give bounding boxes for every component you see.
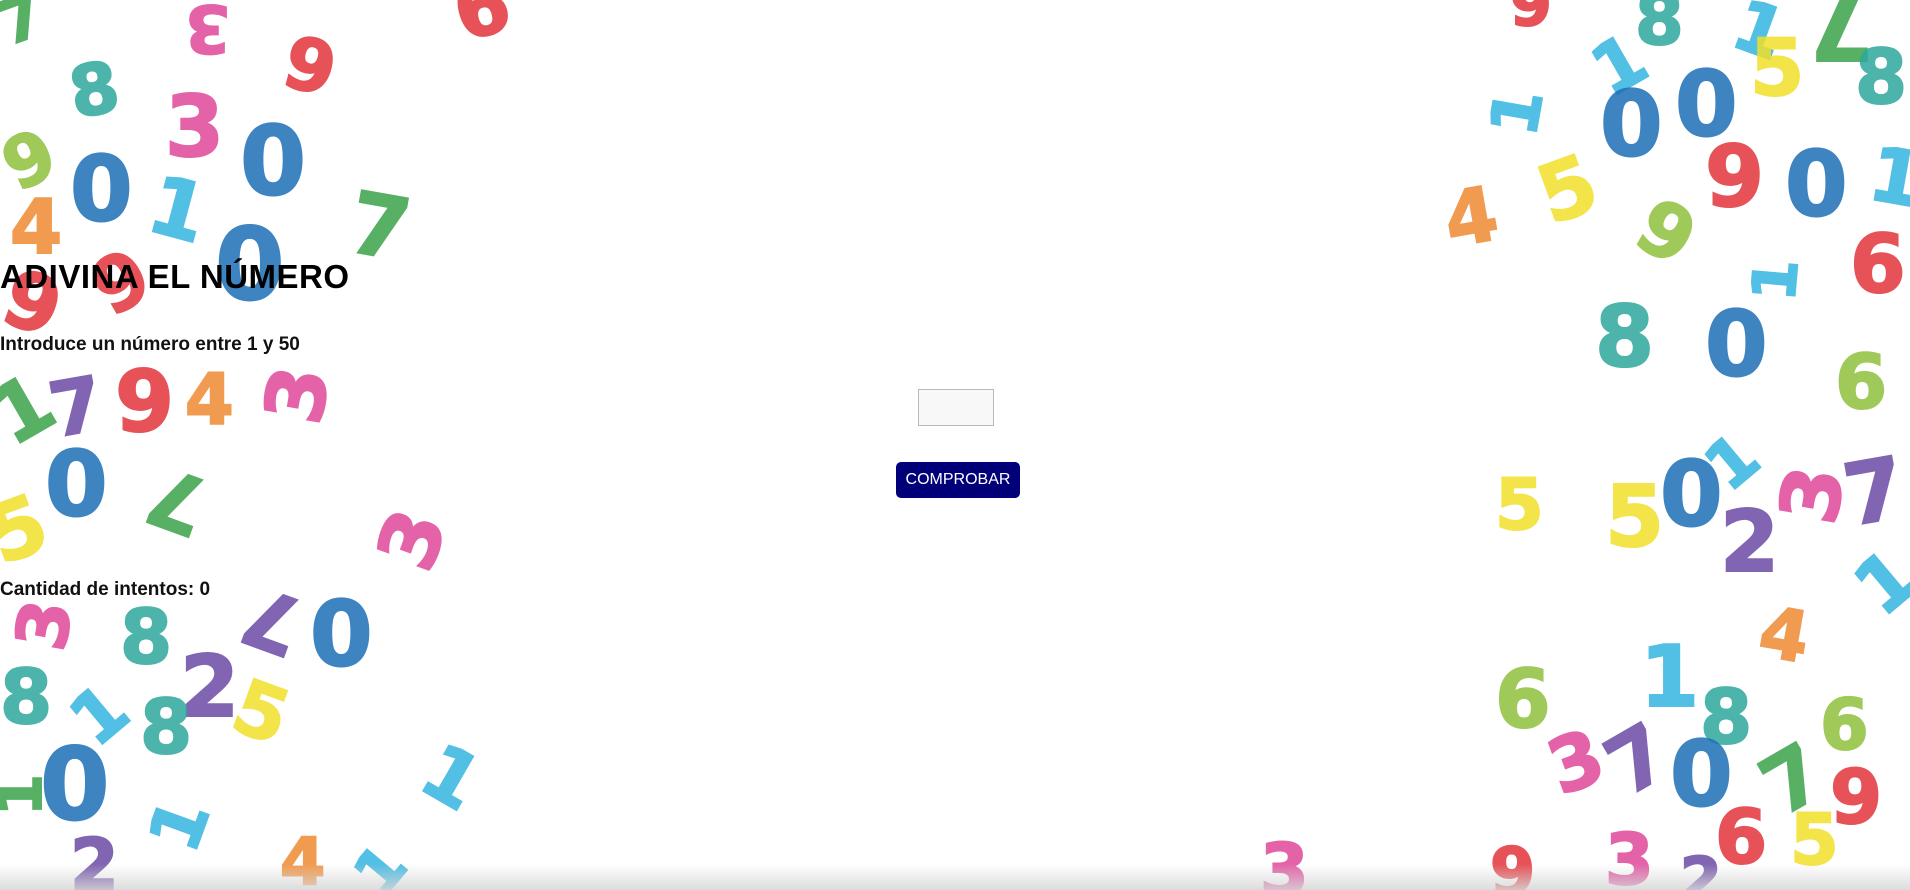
game-page: 7 8 3 9 6 3 9 0 1 0 4 7 0 9 9 1 7 9 4 3 … [0,0,1910,890]
page-title: ADIVINA EL NÚMERO [0,258,350,295]
decorative-numbers-left: 7 8 3 9 6 3 9 0 1 0 4 7 0 9 9 1 7 9 4 3 … [0,0,521,890]
bottom-shadow [0,864,1910,890]
attempts-count: Cantidad de intentos: 0 [0,579,211,600]
decorative-numbers-bottom: 3 [1259,829,1310,890]
number-input[interactable] [918,389,994,426]
instruction-text: Introduce un número entre 1 y 50 [0,334,300,355]
decorative-numbers-right: 9 8 1 7 8 5 1 1 0 0 5 9 0 1 4 9 6 1 8 0 … [1437,0,1910,890]
check-button[interactable]: COMPROBAR [896,462,1020,498]
